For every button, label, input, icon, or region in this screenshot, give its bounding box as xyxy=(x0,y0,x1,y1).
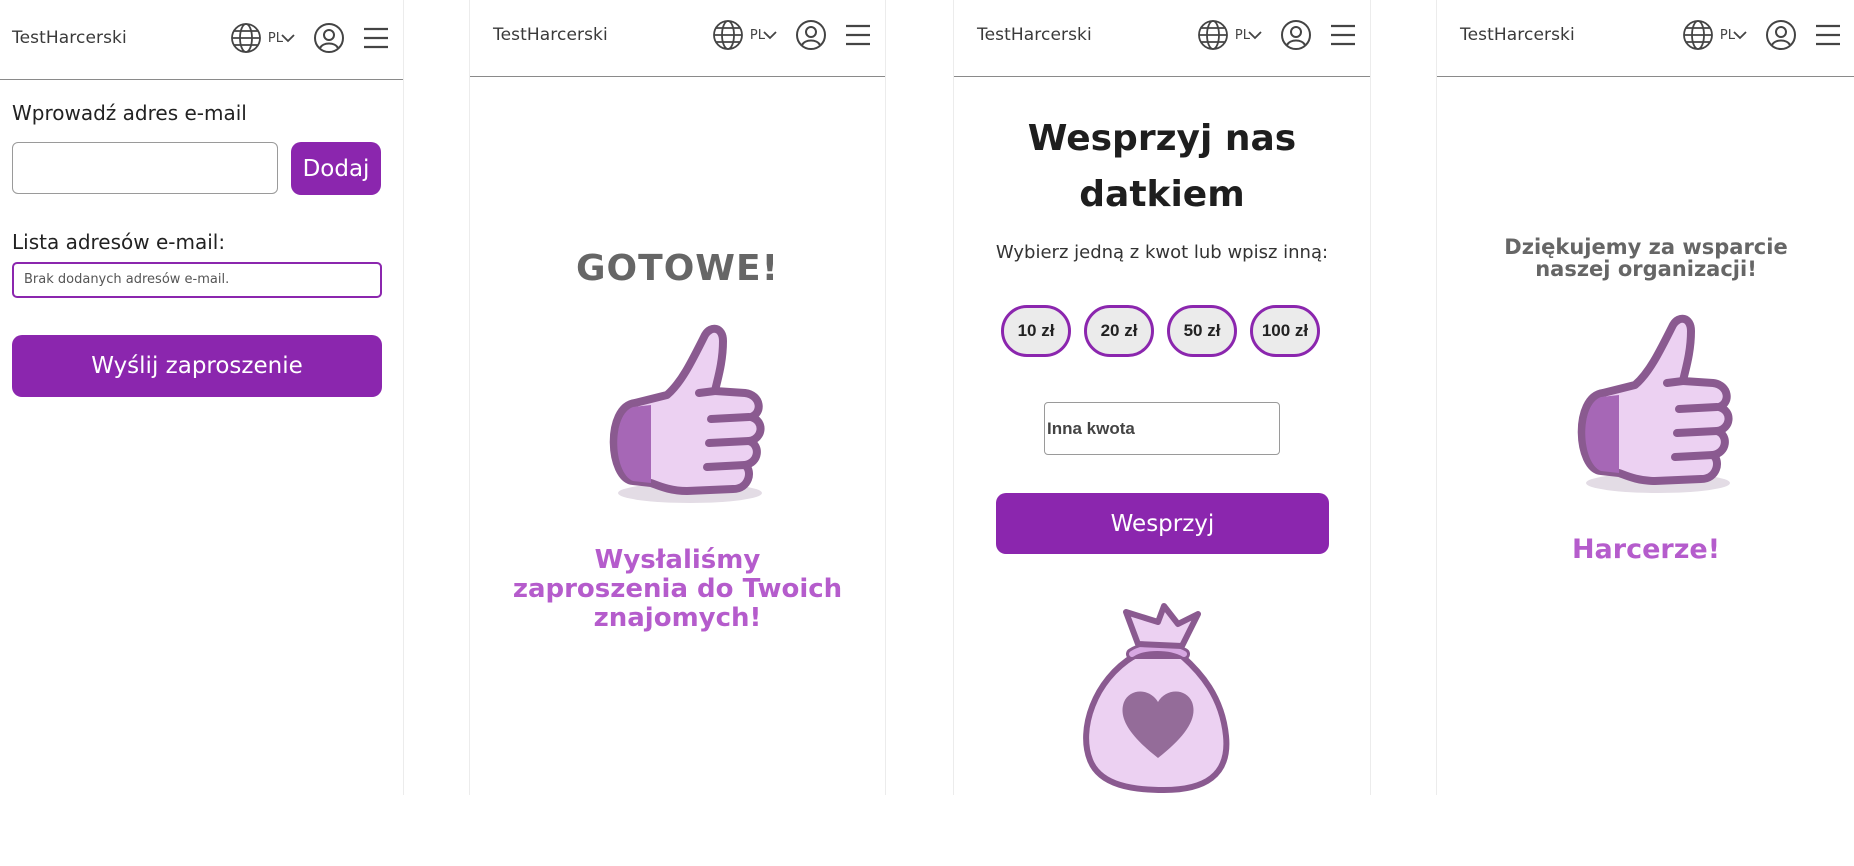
page-title: Wesprzyj nas datkiem xyxy=(954,111,1370,223)
email-list-empty-text: Brak dodanych adresów e-mail. xyxy=(24,272,230,287)
thank-you-message: Dziękujemy za wsparcie naszej organizacj… xyxy=(1504,235,1788,281)
money-bag-heart-icon xyxy=(1074,600,1244,799)
brand-logo[interactable]: TestHarcerski xyxy=(12,28,127,48)
globe-icon[interactable] xyxy=(230,22,262,54)
thumbs-up-icon xyxy=(1563,313,1743,502)
closing-text: Harcerze! xyxy=(1571,534,1721,565)
header: TestHarcerski PL xyxy=(1437,0,1854,77)
chevron-down-icon[interactable] xyxy=(281,33,295,43)
amount-options: 10 zł 20 zł 50 zł 100 zł xyxy=(1001,305,1333,357)
header-tools: PL xyxy=(1197,19,1356,51)
brand-logo[interactable]: TestHarcerski xyxy=(493,25,608,45)
other-amount-input[interactable] xyxy=(1044,402,1280,455)
header: TestHarcerski PL xyxy=(470,0,885,77)
hamburger-menu-icon[interactable] xyxy=(1815,23,1841,47)
chevron-down-icon[interactable] xyxy=(1248,30,1262,40)
chevron-down-icon[interactable] xyxy=(1733,30,1747,40)
user-circle-icon[interactable] xyxy=(795,19,827,51)
amount-option-50[interactable]: 50 zł xyxy=(1167,305,1237,357)
email-label: Wprowadź adres e-mail xyxy=(12,101,247,125)
email-input[interactable] xyxy=(12,142,278,194)
globe-icon[interactable] xyxy=(1197,19,1229,51)
thumbs-up-icon xyxy=(595,323,775,512)
brand-logo[interactable]: TestHarcerski xyxy=(977,25,1092,45)
support-button[interactable]: Wesprzyj xyxy=(996,493,1329,554)
success-message: Wysłaliśmy zaproszenia do Twoich znajomy… xyxy=(512,545,843,633)
user-circle-icon[interactable] xyxy=(313,22,345,54)
donation-screen: TestHarcerski PL Wesprzyj nas datkiem Wy… xyxy=(953,0,1371,795)
globe-icon[interactable] xyxy=(1682,19,1714,51)
hamburger-menu-icon[interactable] xyxy=(363,26,389,50)
page-title: GOTOWE! xyxy=(575,248,780,289)
thank-you-screen: TestHarcerski PL Dziękujemy za wsparcie … xyxy=(1436,0,1854,795)
chevron-down-icon[interactable] xyxy=(763,30,777,40)
amount-option-100[interactable]: 100 zł xyxy=(1250,305,1320,357)
invite-screen: TestHarcerski PL Wprowadź adres e-mail D… xyxy=(0,0,404,795)
header-tools: PL xyxy=(230,22,389,54)
page-title-line-2: datkiem xyxy=(1079,174,1245,215)
send-invitation-button[interactable]: Wyślij zaproszenie xyxy=(12,335,382,397)
header: TestHarcerski PL xyxy=(0,0,403,80)
amount-option-20[interactable]: 20 zł xyxy=(1084,305,1154,357)
brand-logo[interactable]: TestHarcerski xyxy=(1460,25,1575,45)
user-circle-icon[interactable] xyxy=(1765,19,1797,51)
hamburger-menu-icon[interactable] xyxy=(1330,23,1356,47)
add-email-button[interactable]: Dodaj xyxy=(291,142,381,195)
invite-done-screen: TestHarcerski PL GOTOWE! Wysłaliśmy zapr… xyxy=(469,0,886,795)
header: TestHarcerski PL xyxy=(954,0,1370,77)
hamburger-menu-icon[interactable] xyxy=(845,23,871,47)
email-list-label: Lista adresów e-mail: xyxy=(12,230,226,254)
globe-icon[interactable] xyxy=(712,19,744,51)
header-tools: PL xyxy=(712,19,871,51)
user-circle-icon[interactable] xyxy=(1280,19,1312,51)
amount-option-10[interactable]: 10 zł xyxy=(1001,305,1071,357)
donation-instructions: Wybierz jedną z kwot lub wpisz inną: xyxy=(995,242,1329,263)
page-title-line-1: Wesprzyj nas xyxy=(1027,118,1297,159)
email-list-box: Brak dodanych adresów e-mail. xyxy=(12,262,382,298)
header-tools: PL xyxy=(1682,19,1841,51)
